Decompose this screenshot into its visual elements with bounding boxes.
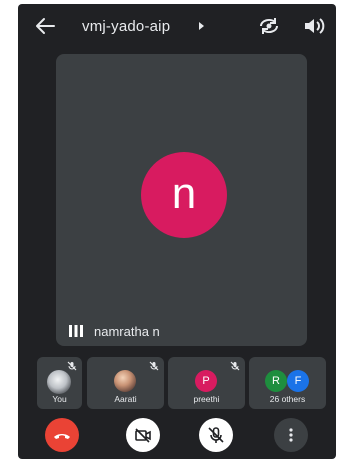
speaker-avatar: n: [141, 152, 227, 238]
speaker-icon[interactable]: [303, 16, 325, 36]
meeting-code[interactable]: vmj-yado-aip: [82, 18, 170, 35]
participant-label: 26 others: [269, 394, 306, 404]
switch-camera-icon[interactable]: [258, 16, 280, 36]
mic-off-icon: [67, 361, 77, 371]
main-video-tile[interactable]: n namratha n: [56, 54, 307, 346]
top-bar: vmj-yado-aip: [18, 4, 336, 48]
participant-initial-avatar: P: [195, 370, 217, 392]
participant-photo-avatar: [114, 370, 136, 392]
meet-call-screen: vmj-yado-aip n namratha n You Aarati P p…: [18, 4, 336, 459]
self-video-thumbnail: [47, 370, 71, 394]
mic-toggle-button[interactable]: [199, 418, 233, 452]
mic-off-icon: [208, 427, 224, 443]
participant-label: preethi: [193, 394, 220, 404]
audio-level-icon: [69, 325, 83, 337]
participant-tile-aarati[interactable]: Aarati: [87, 357, 164, 409]
more-vert-icon: [289, 428, 293, 442]
mic-off-icon: [230, 361, 240, 371]
participant-label: Aarati: [114, 394, 137, 404]
call-controls: [18, 418, 336, 458]
participant-strip: You Aarati P preethi R F 26 others: [37, 357, 327, 409]
participant-initial-avatar: F: [287, 370, 309, 392]
camera-off-icon: [135, 428, 151, 443]
hang-up-icon: [54, 434, 70, 439]
participant-tile-others[interactable]: R F 26 others: [249, 357, 326, 409]
end-call-button[interactable]: [45, 418, 79, 452]
camera-toggle-button[interactable]: [126, 418, 160, 452]
participant-tile-preethi[interactable]: P preethi: [168, 357, 245, 409]
participant-initial-avatar: R: [265, 370, 287, 392]
more-options-button[interactable]: [274, 418, 308, 452]
participant-tile-you[interactable]: You: [37, 357, 82, 409]
participant-label: You: [52, 394, 67, 404]
back-arrow-icon[interactable]: [34, 17, 56, 35]
mic-off-icon: [149, 361, 159, 371]
caret-right-icon[interactable]: [196, 21, 206, 31]
speaker-name: namratha n: [94, 324, 160, 339]
